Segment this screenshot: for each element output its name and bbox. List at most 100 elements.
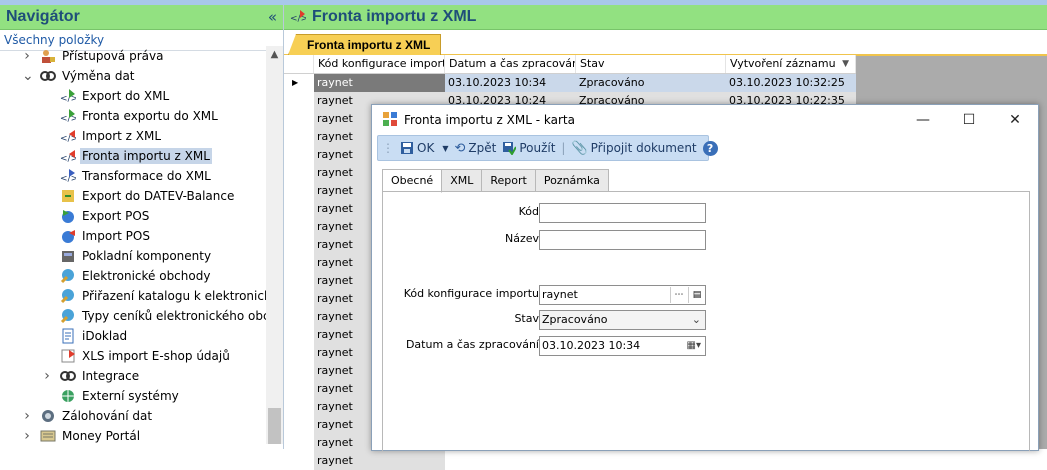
import-config-input[interactable]: raynet ⋯ ▤ (539, 285, 706, 305)
dialog-title: Fronta importu z XML - karta (404, 113, 575, 127)
tree-item[interactable]: Export POS (0, 206, 266, 226)
document-tab[interactable]: Fronta importu z XML (288, 34, 442, 55)
row-indicator (284, 218, 314, 236)
row-indicator (284, 434, 314, 452)
cash-register-icon (60, 248, 76, 264)
tree-item[interactable]: › Integrace (0, 366, 266, 386)
data-exchange-icon (40, 68, 56, 84)
main-title: Fronta importu z XML (312, 8, 477, 25)
tree-item[interactable]: Export do DATEV-Balance (0, 186, 266, 206)
table-row[interactable]: ▶ raynet 03.10.2023 10:34 Zpracováno 03.10.2… (284, 74, 856, 92)
tree-item-label: Import z XML (82, 129, 162, 143)
code-input[interactable] (539, 203, 706, 223)
scrollbar-thumb[interactable] (268, 408, 281, 444)
navigator-scrollbar[interactable]: ▲ (266, 46, 283, 444)
e-shop-icon (60, 268, 76, 284)
calendar-dropdown-icon[interactable]: ▦▾ (687, 337, 701, 355)
tree-item[interactable]: › Money Portál (0, 426, 266, 444)
tree-item-label: Export do DATEV-Balance (82, 189, 235, 203)
tree-item[interactable]: Elektronické obchody (0, 266, 266, 286)
table-cell (576, 452, 726, 470)
status-select[interactable]: Zpracováno ⌄ (539, 310, 706, 330)
xls-import-icon (60, 348, 76, 364)
tree-item[interactable]: Typy ceníků elektronického obchodu (0, 306, 266, 326)
name-input[interactable] (539, 230, 706, 250)
minimize-icon[interactable]: — (900, 105, 946, 135)
tree-item-label: Transformace do XML (82, 169, 211, 183)
tree-item[interactable]: </> Transformace do XML (0, 166, 266, 186)
tree-item[interactable]: iDoklad (0, 326, 266, 346)
attach-document-button[interactable]: 📎 Připojit dokument (571, 141, 696, 156)
apply-button[interactable]: Použít (502, 141, 555, 155)
ok-button[interactable]: OK ▼ (400, 141, 448, 155)
row-indicator (284, 326, 314, 344)
tab-report[interactable]: Report (482, 169, 536, 192)
import-queue-card-dialog: Fronta importu z XML - karta — ☐ ✕ ⋮ OK … (371, 104, 1039, 451)
tree-item[interactable]: Pokladní komponenty (0, 246, 266, 266)
scroll-up-icon[interactable]: ▲ (266, 46, 283, 63)
undo-icon: ⟲ (454, 140, 466, 156)
column-header[interactable]: Kód konfigurace importu (314, 55, 445, 73)
tab-note[interactable]: Poznámka (535, 169, 609, 192)
tree-item[interactable]: XLS import E-shop údajů (0, 346, 266, 366)
dialog-titlebar: Fronta importu z XML - karta — ☐ ✕ (372, 105, 1038, 135)
xml-import-queue-icon: </> (60, 148, 76, 164)
tree-item[interactable]: › Zálohování dat (0, 406, 266, 426)
tab-general[interactable]: Obecné (382, 169, 443, 193)
row-indicator (284, 344, 314, 362)
ok-dropdown-icon[interactable]: ▼ (442, 144, 448, 153)
table-cell: 03.10.2023 10:34 (445, 74, 576, 92)
tree-item[interactable]: › Přístupová práva (0, 46, 266, 66)
tree-item[interactable]: </> Export do XML (0, 86, 266, 106)
xml-transform-icon: </> (60, 168, 76, 184)
row-indicator-header (284, 55, 314, 73)
maximize-icon[interactable]: ☐ (946, 105, 992, 135)
money-portal-icon (40, 428, 56, 444)
row-indicator (284, 182, 314, 200)
chevron-down-icon[interactable]: ⌄ (22, 68, 34, 84)
column-header[interactable]: Vytvoření záznamu ▼ (726, 55, 856, 73)
external-systems-icon (60, 388, 76, 404)
processed-at-input[interactable]: 03.10.2023 10:34 ▦▾ (539, 336, 706, 356)
ellipsis-icon[interactable]: ⋯ (670, 287, 687, 303)
table-cell: Zpracováno (576, 74, 726, 92)
chevron-right-icon[interactable]: › (42, 368, 52, 384)
integration-icon (60, 368, 76, 384)
tree-item[interactable]: </> Fronta exportu do XML (0, 106, 266, 126)
row-indicator (284, 146, 314, 164)
navigator-title: Navigátor (6, 8, 80, 25)
navigator-tree: › Přístupová práva ⌄ Výměna dat </> Export do… (0, 46, 266, 444)
tab-xml[interactable]: XML (442, 169, 483, 192)
close-icon[interactable]: ✕ (992, 105, 1038, 135)
xml-import-queue-icon: </> (290, 8, 308, 27)
tree-item[interactable]: Externí systémy (0, 386, 266, 406)
open-list-icon[interactable]: ▤ (688, 287, 705, 303)
collapse-navigator-button[interactable]: « (268, 8, 277, 26)
tree-item-label: iDoklad (82, 329, 128, 343)
tree-item[interactable]: Přiřazení katalogu k elektronickému (0, 286, 266, 306)
tree-item[interactable]: </> Fronta importu z XML (0, 146, 266, 166)
row-indicator (284, 272, 314, 290)
toolbar-separator: | (561, 141, 566, 155)
table-row[interactable]: raynet (284, 452, 856, 470)
dialog-app-icon (382, 111, 398, 130)
chevron-right-icon[interactable]: › (22, 408, 32, 424)
datev-export-icon (60, 188, 76, 204)
help-button[interactable]: ? (702, 140, 718, 156)
pos-export-icon (60, 208, 76, 224)
tree-item-label: Externí systémy (82, 389, 179, 403)
back-button[interactable]: ⟲ Zpět (454, 141, 496, 156)
row-indicator (284, 236, 314, 254)
status-label: Stav (514, 312, 539, 325)
status-value: Zpracováno (542, 313, 608, 326)
tree-item[interactable]: </> Import z XML (0, 126, 266, 146)
chevron-right-icon[interactable]: › (22, 48, 32, 64)
document-tabstrip: Fronta importu z XML (284, 30, 1047, 56)
column-header[interactable]: Stav (576, 55, 726, 73)
column-header[interactable]: Datum a čas zpracování (445, 55, 576, 73)
tree-item[interactable]: ⌄ Výměna dat (0, 66, 266, 86)
tree-item[interactable]: Import POS (0, 226, 266, 246)
chevron-right-icon[interactable]: › (22, 428, 32, 444)
import-config-label: Kód konfigurace importu (403, 287, 539, 300)
save-icon (400, 141, 414, 155)
